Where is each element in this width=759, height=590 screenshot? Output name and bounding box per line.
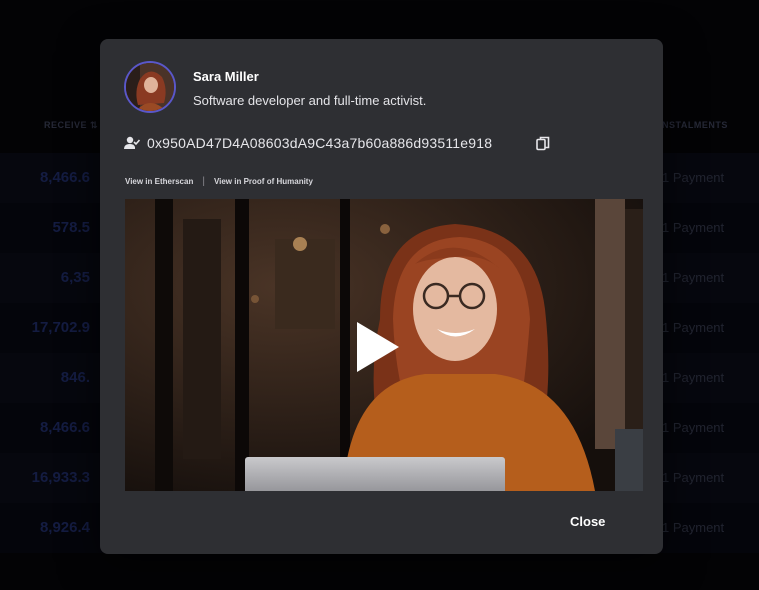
view-proof-of-humanity-link[interactable]: View in Proof of Humanity — [214, 177, 313, 186]
view-etherscan-link[interactable]: View in Etherscan — [125, 177, 193, 186]
wallet-address: 0x950AD47D4A08603dA9C43a7b60a886d93511e9… — [147, 135, 493, 151]
external-links: View in Etherscan | View in Proof of Hum… — [125, 176, 313, 187]
link-separator: | — [202, 176, 205, 187]
profile-modal: Sara Miller Software developer and full-… — [100, 39, 663, 554]
profile-bio: Software developer and full-time activis… — [193, 93, 427, 108]
copy-icon[interactable] — [536, 136, 550, 151]
avatar — [124, 61, 176, 113]
profile-name: Sara Miller — [193, 69, 259, 84]
avatar-image — [126, 63, 174, 111]
play-icon[interactable] — [357, 322, 399, 372]
user-check-icon — [124, 136, 140, 149]
close-button[interactable]: Close — [570, 514, 605, 529]
